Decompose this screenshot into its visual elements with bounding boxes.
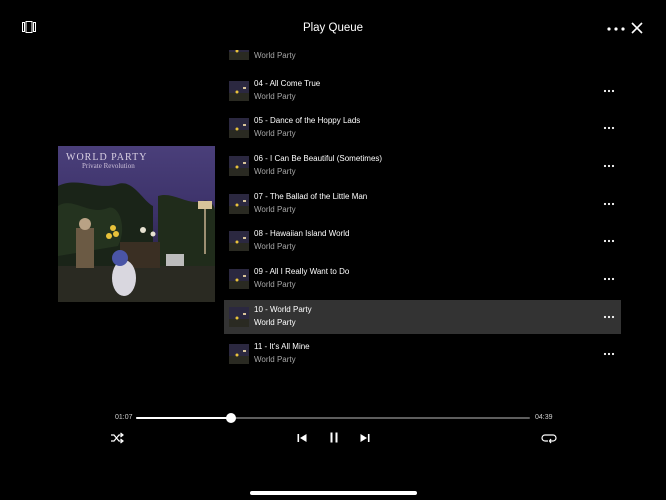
queue-row[interactable]: 06 - I Can Be Beautiful (Sometimes) Worl…	[224, 149, 621, 183]
total-duration: 04:39	[535, 414, 553, 421]
track-artist: World Party	[254, 355, 296, 364]
track-title: 06 - I Can Be Beautiful (Sometimes)	[254, 154, 383, 163]
track-title: 07 - The Ballad of the Little Man	[254, 192, 368, 201]
track-thumbnail	[229, 269, 249, 289]
track-title: 04 - All Come True	[254, 79, 321, 88]
elapsed-time: 01:07	[115, 414, 133, 421]
track-more-icon[interactable]	[602, 86, 616, 96]
track-more-icon[interactable]	[602, 312, 616, 322]
queue-list: World Party 04 - All Come True World Par…	[224, 50, 621, 368]
track-title: 08 - Hawaiian Island World	[254, 229, 350, 238]
progress-bar[interactable]	[136, 413, 530, 423]
track-thumbnail	[229, 118, 249, 138]
track-more-icon[interactable]	[602, 123, 616, 133]
track-artist: World Party	[254, 205, 296, 214]
track-thumbnail	[229, 307, 249, 327]
queue-row-now-playing[interactable]: 10 - World Party World Party	[224, 300, 621, 334]
track-artist: World Party	[254, 92, 296, 101]
track-more-icon[interactable]	[602, 161, 616, 171]
shuffle-icon[interactable]	[110, 432, 124, 444]
album-art: WORLD PARTY Private Revolution	[58, 146, 215, 302]
queue-row[interactable]: 05 - Dance of the Hoppy Lads World Party	[224, 111, 621, 145]
queue-row[interactable]: 11 - It's All Mine World Party	[224, 337, 621, 368]
track-title: 11 - It's All Mine	[254, 342, 310, 351]
track-more-icon[interactable]	[602, 199, 616, 209]
track-artist: World Party	[254, 51, 296, 60]
track-thumbnail	[229, 156, 249, 176]
previous-icon[interactable]	[296, 432, 308, 444]
queue-row-partial[interactable]: World Party	[224, 50, 621, 67]
home-indicator	[250, 491, 417, 495]
track-title: 05 - Dance of the Hoppy Lads	[254, 116, 361, 125]
track-title: 09 - All I Really Want to Do	[254, 267, 350, 276]
track-thumbnail	[229, 50, 249, 60]
track-artist: World Party	[254, 129, 296, 138]
next-icon[interactable]	[359, 432, 371, 444]
repeat-icon[interactable]	[541, 432, 557, 444]
devices-icon[interactable]	[22, 21, 36, 33]
track-thumbnail	[229, 231, 249, 251]
more-icon[interactable]	[606, 22, 626, 36]
close-icon[interactable]	[630, 21, 644, 35]
track-artist: World Party	[254, 167, 296, 176]
queue-row[interactable]: 08 - Hawaiian Island World World Party	[224, 224, 621, 258]
track-more-icon[interactable]	[602, 349, 616, 359]
progress-fill	[136, 417, 231, 419]
page-title: Play Queue	[302, 22, 364, 34]
track-thumbnail	[229, 194, 249, 214]
track-artist: World Party	[254, 242, 296, 251]
queue-row[interactable]: 09 - All I Really Want to Do World Party	[224, 262, 621, 296]
track-artist: World Party	[254, 280, 296, 289]
track-more-icon[interactable]	[602, 274, 616, 284]
track-title: 10 - World Party	[254, 305, 312, 314]
queue-row[interactable]: 04 - All Come True World Party	[224, 74, 621, 108]
progress-scrubber[interactable]	[225, 413, 236, 423]
track-thumbnail	[229, 344, 249, 364]
queue-row[interactable]: 07 - The Ballad of the Little Man World …	[224, 187, 621, 221]
track-artist: World Party	[254, 318, 296, 327]
pause-icon[interactable]	[328, 431, 340, 444]
album-art-title-text: Private Revolution	[82, 162, 135, 170]
header: Play Queue	[0, 0, 666, 56]
track-thumbnail	[229, 81, 249, 101]
track-more-icon[interactable]	[602, 236, 616, 246]
